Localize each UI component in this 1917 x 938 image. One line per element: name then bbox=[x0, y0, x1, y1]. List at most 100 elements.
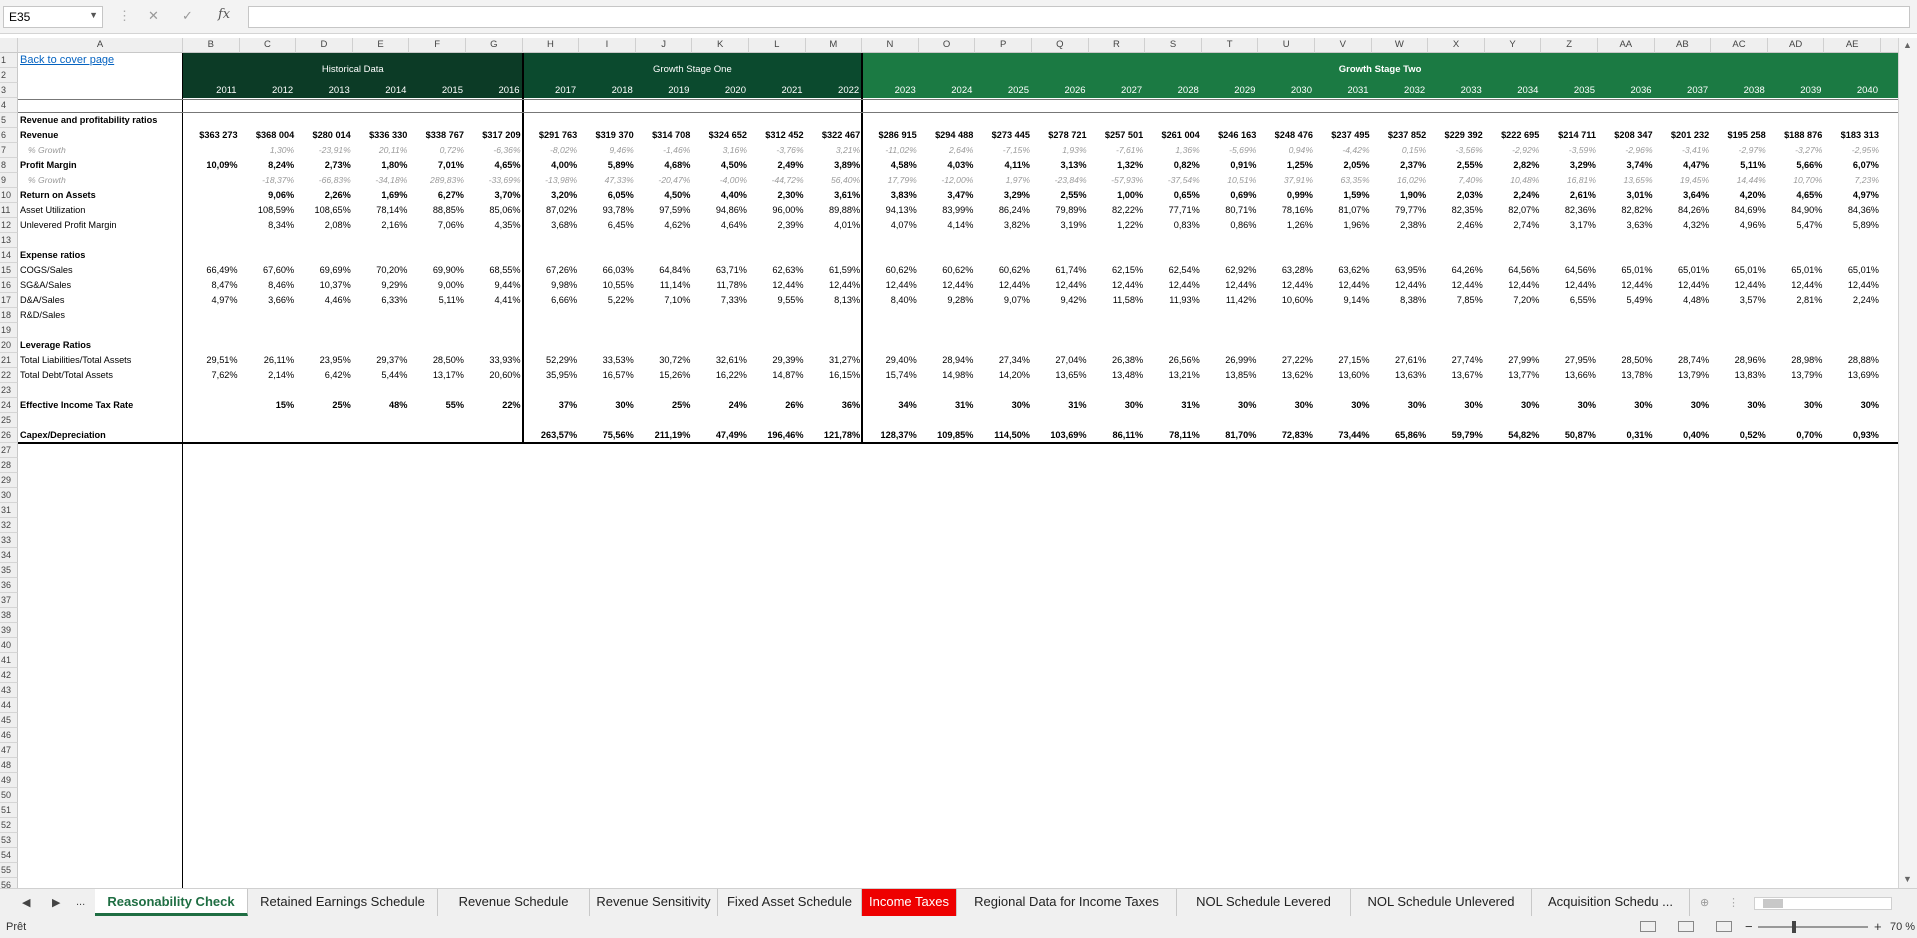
data-cell[interactable]: 12,44% bbox=[1598, 278, 1655, 293]
data-cell[interactable]: 60,62% bbox=[919, 263, 976, 278]
data-cell[interactable]: 2,61% bbox=[1541, 188, 1598, 203]
data-cell[interactable]: 12,44% bbox=[1202, 278, 1259, 293]
data-cell[interactable]: 66,49% bbox=[183, 263, 240, 278]
row-label[interactable]: Total Debt/Total Assets bbox=[18, 368, 115, 383]
data-cell[interactable]: 4,50% bbox=[636, 188, 693, 203]
data-cell[interactable]: 13,69% bbox=[1824, 368, 1881, 383]
data-cell[interactable]: 13,83% bbox=[1711, 368, 1768, 383]
data-cell[interactable]: 63,95% bbox=[1372, 263, 1429, 278]
data-cell[interactable]: $314 708 bbox=[636, 128, 693, 143]
data-cell[interactable]: $214 711 bbox=[1541, 128, 1598, 143]
row-header[interactable]: 2 bbox=[0, 68, 18, 83]
data-cell[interactable]: 65,01% bbox=[1824, 263, 1881, 278]
row-header[interactable]: 30 bbox=[0, 488, 18, 503]
data-cell[interactable]: 211,19% bbox=[636, 428, 693, 443]
data-cell[interactable]: 12,44% bbox=[1428, 278, 1485, 293]
data-cell[interactable]: 2,81% bbox=[1768, 293, 1825, 308]
data-cell[interactable]: 30% bbox=[1315, 398, 1372, 413]
data-cell[interactable]: 1,00% bbox=[1089, 188, 1146, 203]
data-cell[interactable]: 10,48% bbox=[1485, 173, 1542, 188]
data-cell[interactable]: 27,95% bbox=[1541, 353, 1598, 368]
data-cell[interactable]: 1,69% bbox=[353, 188, 410, 203]
data-cell[interactable]: 8,47% bbox=[183, 278, 240, 293]
data-cell[interactable]: -3,27% bbox=[1768, 143, 1825, 158]
data-cell[interactable]: 3,63% bbox=[1598, 218, 1655, 233]
column-header[interactable]: AB bbox=[1654, 38, 1712, 53]
row-header[interactable]: 18 bbox=[0, 308, 18, 323]
data-cell[interactable]: 65,01% bbox=[1768, 263, 1825, 278]
data-cell[interactable]: 0,15% bbox=[1372, 143, 1429, 158]
data-cell[interactable]: 83, bbox=[1881, 203, 1898, 218]
data-cell[interactable]: $208 347 bbox=[1598, 128, 1655, 143]
data-cell[interactable]: 2,03% bbox=[1428, 188, 1485, 203]
data-cell[interactable]: 12,44% bbox=[919, 278, 976, 293]
data-cell[interactable]: 4,65% bbox=[1768, 188, 1825, 203]
data-cell[interactable]: 61,59% bbox=[806, 263, 863, 278]
row-header[interactable]: 19 bbox=[0, 323, 18, 338]
data-cell[interactable]: 2,82% bbox=[1485, 158, 1542, 173]
data-cell[interactable]: 65,01% bbox=[1711, 263, 1768, 278]
data-cell[interactable]: 10,09% bbox=[183, 158, 240, 173]
data-cell[interactable]: $319 370 bbox=[579, 128, 636, 143]
vertical-scrollbar[interactable]: ▲ ▼ bbox=[1898, 38, 1917, 888]
data-cell[interactable]: 4,65% bbox=[466, 158, 523, 173]
data-cell[interactable]: 37,91% bbox=[1258, 173, 1315, 188]
data-cell[interactable]: 26% bbox=[749, 398, 806, 413]
data-cell[interactable]: 1,97% bbox=[975, 173, 1032, 188]
data-cell[interactable]: 63,71% bbox=[692, 263, 749, 278]
data-cell[interactable]: 12,44% bbox=[1655, 278, 1712, 293]
data-cell[interactable]: 108,65% bbox=[296, 203, 353, 218]
data-cell[interactable]: 128,37% bbox=[862, 428, 919, 443]
data-cell[interactable]: 4,96% bbox=[1711, 218, 1768, 233]
data-cell[interactable]: 6, bbox=[1881, 158, 1898, 173]
row-header[interactable]: 48 bbox=[0, 758, 18, 773]
data-cell[interactable]: 12,44% bbox=[975, 278, 1032, 293]
data-cell[interactable]: 82,35% bbox=[1428, 203, 1485, 218]
row-header[interactable]: 36 bbox=[0, 578, 18, 593]
row-label[interactable]: Expense ratios bbox=[18, 248, 87, 263]
year-header[interactable]: 2015 bbox=[409, 83, 466, 98]
data-cell[interactable]: 30% bbox=[1541, 398, 1598, 413]
data-cell[interactable]: 93,78% bbox=[579, 203, 636, 218]
year-header[interactable]: 2039 bbox=[1768, 83, 1825, 98]
data-cell[interactable]: 59,79% bbox=[1428, 428, 1485, 443]
normal-view-icon[interactable] bbox=[1640, 921, 1656, 932]
name-box[interactable]: E35 ▼ bbox=[3, 6, 103, 28]
data-cell[interactable]: -6,36% bbox=[466, 143, 523, 158]
data-cell[interactable]: $237 495 bbox=[1315, 128, 1372, 143]
data-cell[interactable]: 1,93% bbox=[1032, 143, 1089, 158]
data-cell[interactable]: 1,26% bbox=[1258, 218, 1315, 233]
data-cell[interactable]: 62,54% bbox=[1145, 263, 1202, 278]
data-cell[interactable]: -3,41% bbox=[1655, 143, 1712, 158]
spreadsheet-grid[interactable]: ABCDEFGHIJKLMNOPQRSTUVWXYZAAABACADAEAF12… bbox=[0, 38, 1898, 888]
data-cell[interactable]: 13,65% bbox=[1598, 173, 1655, 188]
data-cell[interactable]: 5, bbox=[1881, 188, 1898, 203]
data-cell[interactable]: 2,37% bbox=[1372, 158, 1429, 173]
data-cell[interactable]: 4,40% bbox=[692, 188, 749, 203]
data-cell[interactable]: 64,56% bbox=[1485, 263, 1542, 278]
row-header[interactable]: 3 bbox=[0, 83, 18, 98]
data-cell[interactable]: 9,98% bbox=[523, 278, 580, 293]
year-header[interactable]: 2041 bbox=[1881, 83, 1898, 98]
data-cell[interactable]: -7,15% bbox=[975, 143, 1032, 158]
data-cell[interactable]: 0,86% bbox=[1202, 218, 1259, 233]
row-header[interactable]: 21 bbox=[0, 353, 18, 368]
year-header[interactable]: 2032 bbox=[1372, 83, 1429, 98]
row-header[interactable]: 56 bbox=[0, 878, 18, 888]
year-header[interactable]: 2018 bbox=[579, 83, 636, 98]
horizontal-scrollbar[interactable] bbox=[1754, 897, 1892, 910]
data-cell[interactable]: 29,40% bbox=[862, 353, 919, 368]
data-cell[interactable]: 31% bbox=[1032, 398, 1089, 413]
data-cell[interactable]: 28,74% bbox=[1655, 353, 1712, 368]
data-cell[interactable]: 0,65% bbox=[1145, 188, 1202, 203]
enter-icon[interactable]: ✓ bbox=[182, 8, 193, 24]
data-cell[interactable]: 12,44% bbox=[806, 278, 863, 293]
data-cell[interactable]: -4,00% bbox=[692, 173, 749, 188]
row-header[interactable]: 11 bbox=[0, 203, 18, 218]
data-cell[interactable]: 30% bbox=[1655, 398, 1712, 413]
data-cell[interactable]: 48% bbox=[353, 398, 410, 413]
data-cell[interactable]: 33,53% bbox=[579, 353, 636, 368]
row-header[interactable]: 5 bbox=[0, 113, 18, 128]
data-cell[interactable]: 19,45% bbox=[1655, 173, 1712, 188]
data-cell[interactable]: -2,92% bbox=[1485, 143, 1542, 158]
